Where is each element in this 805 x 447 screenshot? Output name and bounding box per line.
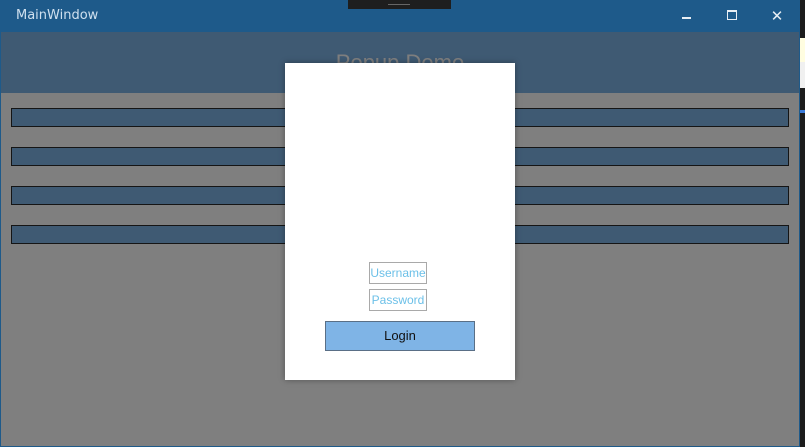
main-window: MainWindow ✕ Popup Demo Login [0,0,800,447]
grip-icon [388,4,410,5]
login-popup: Login [285,63,515,380]
maximize-icon [727,10,737,20]
minimize-icon [682,17,691,19]
password-input[interactable] [369,289,427,311]
screen-notch [348,0,451,9]
background-strip-highlight [800,38,805,62]
username-input[interactable] [369,262,427,284]
window-title: MainWindow [16,8,99,23]
login-button[interactable]: Login [325,321,475,351]
minimize-button[interactable] [675,6,697,26]
close-icon: ✕ [770,7,784,25]
maximize-button[interactable] [720,6,742,26]
background-strip-panel [800,62,805,88]
background-strip-accent [800,110,805,113]
close-button[interactable]: ✕ [766,6,788,26]
